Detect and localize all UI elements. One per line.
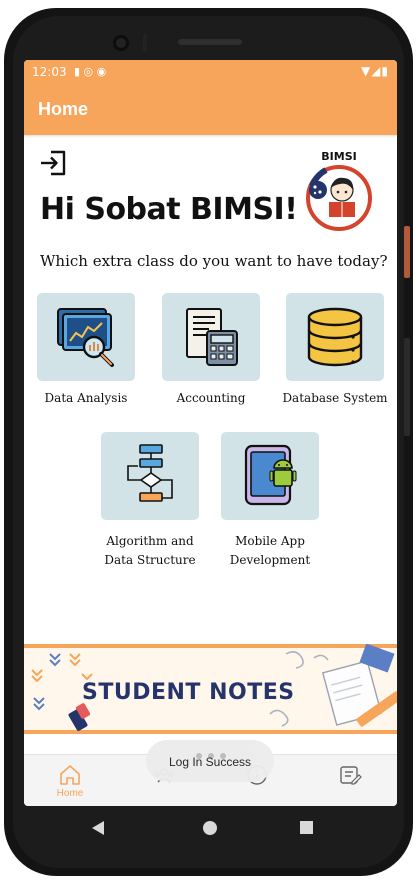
class-label-line2: Development [229,553,311,567]
class-label-line1: Mobile App [235,534,305,548]
notes-icon [340,766,362,785]
recents-icon[interactable] [300,821,313,834]
database-icon [307,307,363,367]
volume-button [404,338,410,436]
logo-text: BIMSI [321,150,356,163]
app-bar: Home [24,85,397,135]
flowchart-icon [127,444,173,502]
class-card-data-analysis[interactable] [37,293,135,381]
class-label-database-system: Database System [270,389,397,408]
class-label-data-analysis: Data Analysis [24,389,151,408]
home-icon [60,765,80,785]
class-card-mobile-app-development[interactable] [221,432,319,520]
signal-battery-icons: ▼◢▮ [360,64,389,78]
data-analysis-icon [57,308,114,367]
logout-icon[interactable] [39,148,69,178]
student-notes-banner[interactable]: STUDENT NOTES [24,644,397,734]
status-time: 12:03 [32,65,67,79]
class-label-line2: Data Structure [104,553,196,567]
accounting-icon [186,308,238,366]
class-card-accounting[interactable] [162,293,260,381]
status-bar: 12:03 ▮ ◎ ◉ ▼◢▮ [24,60,397,85]
greeting-heading: Hi Sobat BIMSI! [40,192,298,227]
class-label-line1: Database System [282,391,388,405]
class-label-mobile-app-development: Mobile App Development [205,532,335,570]
class-question: Which extra class do you want to have to… [40,252,388,270]
nav-home-label: Home [56,788,84,799]
front-sensor [143,34,147,52]
notification-icons: ▮ ◎ ◉ [74,65,107,78]
nav-notes[interactable] [310,755,390,806]
app-screen: 12:03 ▮ ◎ ◉ ▼◢▮ Home BIMSI Hi Sobat BIMS… [24,60,397,806]
back-icon[interactable] [92,821,104,835]
power-button [404,226,410,278]
home-button-icon[interactable] [203,821,217,835]
front-camera [113,35,129,51]
login-toast: Log In Success [146,740,274,782]
bimsi-logo: BIMSI [306,150,372,231]
nav-home[interactable]: Home [30,755,110,806]
mobile-android-icon [244,444,297,506]
class-label-algorithm-data-structure: Algorithm and Data Structure [85,532,215,570]
class-card-database-system[interactable] [286,293,384,381]
earpiece-speaker [178,39,242,45]
class-card-algorithm-data-structure[interactable] [101,432,199,520]
toast-message: Log In Success [168,755,252,769]
class-label-line1: Data Analysis [44,391,128,405]
class-label-line1: Accounting [176,391,246,405]
page-title: Home [38,99,89,119]
system-navigation-bar [92,821,313,835]
class-label-line1: Algorithm and [106,534,194,548]
class-label-accounting: Accounting [146,389,276,408]
banner-title: STUDENT NOTES [82,680,295,705]
